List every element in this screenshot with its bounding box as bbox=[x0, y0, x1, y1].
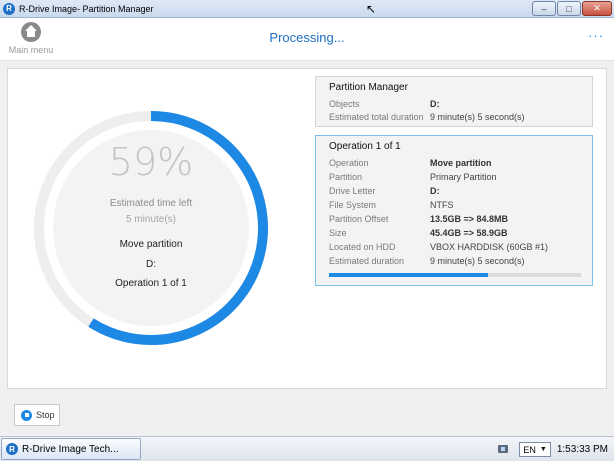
mouse-cursor-icon: ↖ bbox=[366, 2, 377, 16]
bottom-bar: Stop bbox=[0, 396, 614, 434]
stop-button[interactable]: Stop bbox=[14, 404, 60, 426]
stop-label: Stop bbox=[36, 410, 55, 420]
progress-info: 59% Estimated time left 5 minute(s) Move… bbox=[31, 108, 271, 348]
progress-percent: 59% bbox=[108, 140, 194, 184]
stop-icon bbox=[21, 409, 32, 421]
op-key: Size bbox=[329, 228, 347, 238]
pm-key: Estimated total duration bbox=[329, 112, 424, 122]
op-row-partition-offset: Partition Offset 13.5GB => 84.8MB bbox=[329, 213, 508, 225]
estimated-time-left-label: Estimated time left bbox=[109, 198, 193, 209]
op-value: Move partition bbox=[430, 158, 492, 168]
taskbar-item-label: R-Drive Image Tech... bbox=[22, 443, 119, 455]
op-key: Operation bbox=[329, 158, 369, 168]
pm-row-objects: Objects D: bbox=[329, 98, 440, 110]
r-drive-app-icon: R bbox=[3, 2, 15, 15]
estimated-time-left-value: 5 minute(s) bbox=[125, 214, 176, 225]
op-key: Located on HDD bbox=[329, 242, 396, 252]
partition-manager-card: Partition Manager Objects D: Estimated t… bbox=[315, 76, 593, 127]
op-value: 13.5GB => 84.8MB bbox=[430, 214, 509, 224]
minimize-button[interactable]: – bbox=[532, 1, 556, 16]
operation-progress-fill bbox=[329, 273, 488, 277]
operation-counter: Operation 1 of 1 bbox=[115, 278, 187, 289]
op-value: Primary Partition bbox=[430, 172, 497, 182]
op-row-operation: Operation Move partition bbox=[329, 157, 492, 169]
operation-name: Move partition bbox=[119, 239, 183, 250]
op-row-file-system: File System NTFS bbox=[329, 199, 454, 211]
more-options-button[interactable]: ··· bbox=[588, 28, 604, 43]
pm-value: 9 minute(s) 5 second(s) bbox=[430, 112, 525, 122]
window-controls: – □ ✕ bbox=[531, 1, 612, 16]
op-value: D: bbox=[430, 186, 440, 196]
close-button[interactable]: ✕ bbox=[582, 1, 612, 16]
pm-row-duration: Estimated total duration 9 minute(s) 5 s… bbox=[329, 111, 525, 123]
page-title: Processing... bbox=[269, 30, 345, 45]
op-row-size: Size 45.4GB => 58.9GB bbox=[329, 227, 508, 239]
language-label: EN bbox=[523, 444, 536, 455]
op-key: Drive Letter bbox=[329, 186, 376, 196]
op-value: NTFS bbox=[430, 200, 454, 210]
network-icon[interactable] bbox=[497, 444, 511, 456]
partition-manager-title: Partition Manager bbox=[329, 82, 408, 93]
system-tray: EN ▼ 1:53:33 PM bbox=[497, 437, 614, 461]
op-value: 45.4GB => 58.9GB bbox=[430, 228, 508, 238]
content-panel: 59% Estimated time left 5 minute(s) Move… bbox=[7, 68, 607, 389]
operation-drive: D: bbox=[146, 259, 156, 270]
operation-progress-bar bbox=[329, 273, 581, 277]
pm-key: Objects bbox=[329, 99, 360, 109]
main-menu-label: Main menu bbox=[8, 45, 54, 55]
pm-value: D: bbox=[430, 99, 440, 109]
op-row-drive-letter: Drive Letter D: bbox=[329, 185, 440, 197]
language-selector[interactable]: EN ▼ bbox=[519, 442, 551, 457]
op-key: Partition Offset bbox=[329, 214, 389, 224]
operation-card-title: Operation 1 of 1 bbox=[329, 141, 401, 152]
taskbar: R R-Drive Image Tech... EN ▼ 1:53:33 PM bbox=[0, 436, 614, 461]
window-titlebar[interactable]: R R-Drive Image- Partition Manager – □ ✕ bbox=[0, 0, 614, 18]
op-row-located-on-hdd: Located on HDD VBOX HARDDISK (60GB #1) bbox=[329, 241, 548, 253]
op-row-partition: Partition Primary Partition bbox=[329, 171, 497, 183]
operation-card: Operation 1 of 1 Operation Move partitio… bbox=[315, 135, 593, 286]
maximize-button[interactable]: □ bbox=[557, 1, 581, 16]
clock[interactable]: 1:53:33 PM bbox=[557, 444, 608, 455]
r-drive-taskbar-icon: R bbox=[6, 443, 18, 455]
window-title: R-Drive Image- Partition Manager bbox=[19, 3, 154, 14]
app-header: Main menu Processing... ··· bbox=[0, 18, 614, 61]
taskbar-item-r-drive[interactable]: R R-Drive Image Tech... bbox=[1, 438, 141, 460]
op-value: 9 minute(s) 5 second(s) bbox=[430, 256, 525, 266]
op-key: Estimated duration bbox=[329, 256, 405, 266]
op-value: VBOX HARDDISK (60GB #1) bbox=[430, 242, 549, 252]
op-key: Partition bbox=[329, 172, 363, 182]
op-key: File System bbox=[329, 200, 377, 210]
op-row-estimated-duration: Estimated duration 9 minute(s) 5 second(… bbox=[329, 255, 525, 267]
chevron-down-icon: ▼ bbox=[539, 446, 547, 453]
